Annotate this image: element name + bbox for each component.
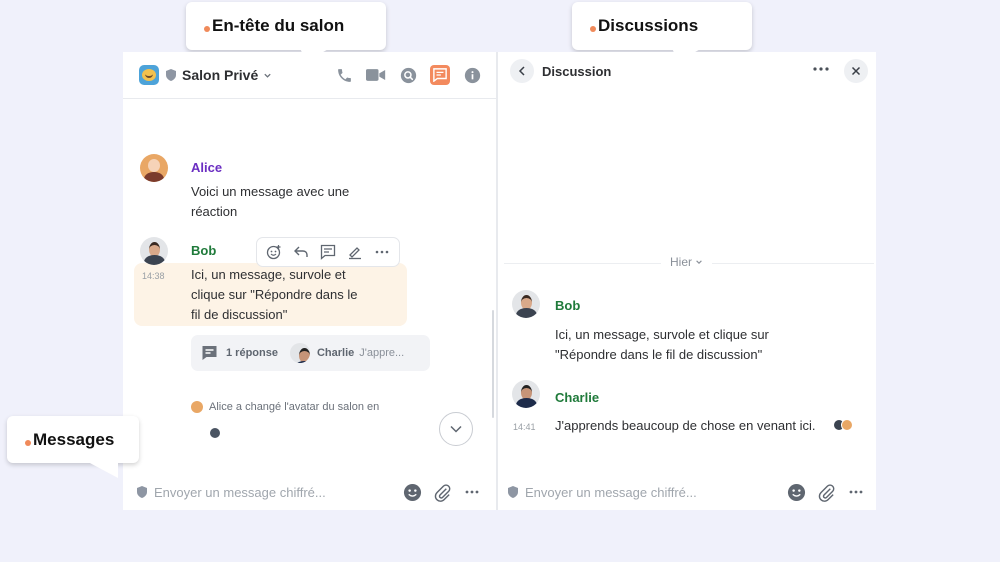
room-avatar[interactable]: [139, 65, 159, 85]
sender-bob[interactable]: Bob: [191, 243, 216, 258]
chevron-down-icon: [450, 425, 462, 433]
avatar-bob[interactable]: [140, 237, 168, 265]
more-options-icon[interactable]: [812, 61, 830, 82]
emoji-icon[interactable]: [786, 482, 806, 502]
video-icon[interactable]: [366, 65, 386, 85]
date-separator-label: Hier: [670, 255, 693, 269]
message-line: réaction: [191, 204, 238, 219]
threads-icon[interactable]: [430, 65, 450, 85]
message-line: "Répondre dans le fil de discussion": [555, 347, 763, 362]
callout-dot: [590, 26, 596, 32]
more-options-icon[interactable]: [462, 482, 482, 502]
read-receipt-avatar: [841, 419, 853, 431]
more-options-icon[interactable]: [846, 482, 866, 502]
shield-icon: [137, 486, 147, 498]
callout-room-header-label: En-tête du salon: [212, 16, 345, 35]
callout-messages-label: Messages: [33, 429, 115, 449]
avatar-charlie: [289, 343, 310, 363]
avatar-charlie[interactable]: [512, 380, 540, 408]
thread-message-input[interactable]: Envoyer un message chiffré...: [525, 485, 786, 500]
react-icon[interactable]: [265, 243, 283, 261]
back-button[interactable]: [510, 59, 534, 83]
callout-messages: Messages: [7, 416, 139, 463]
avatar-bob[interactable]: [512, 290, 540, 318]
thread-composer: Envoyer un message chiffré...: [498, 474, 876, 510]
sender-bob[interactable]: Bob: [555, 298, 580, 313]
emoji-icon[interactable]: [402, 482, 422, 502]
chevron-left-icon: [518, 66, 525, 76]
message-timestamp: 14:38: [142, 271, 165, 281]
message-body: Voici un message avec une réaction: [191, 182, 349, 222]
app-window: Salon Privé Alice Voici un message avec …: [123, 52, 876, 510]
sender-charlie[interactable]: Charlie: [555, 390, 599, 405]
message-body: J'apprends beaucoup de chose en venant i…: [555, 416, 816, 436]
room-panel: Salon Privé Alice Voici un message avec …: [123, 52, 498, 510]
read-receipts[interactable]: [833, 419, 853, 431]
message-line: Voici un message avec une: [191, 184, 350, 199]
thread-summary[interactable]: 1 réponse Charlie J'appre...: [191, 335, 430, 371]
attachment-icon[interactable]: [432, 482, 452, 502]
info-icon[interactable]: [462, 65, 482, 85]
message-action-bar: [256, 237, 400, 267]
room-name[interactable]: Salon Privé: [182, 67, 258, 83]
message-input[interactable]: Envoyer un message chiffré...: [154, 485, 402, 500]
callout-room-header: En-tête du salon: [186, 2, 386, 50]
sender-alice[interactable]: Alice: [191, 160, 222, 175]
callout-discussions-label: Discussions: [598, 16, 699, 35]
shield-icon: [166, 69, 176, 81]
message-body: Ici, un message, survole et clique sur "…: [191, 265, 358, 325]
attachment-icon[interactable]: [816, 482, 836, 502]
chevron-down-icon[interactable]: [263, 71, 272, 80]
callout-dot: [25, 439, 31, 446]
close-button[interactable]: [844, 59, 868, 83]
scrollbar[interactable]: [492, 310, 494, 418]
thread-icon: [202, 346, 217, 360]
thread-reply-count: 1 réponse: [226, 347, 278, 359]
avatar-alice[interactable]: [140, 154, 168, 182]
callout-discussions: Discussions: [572, 2, 752, 50]
edit-icon[interactable]: [346, 243, 364, 261]
room-avatar-small: [210, 428, 220, 438]
message-line: fil de discussion": [191, 307, 288, 322]
message-timestamp: 14:41: [513, 422, 536, 432]
avatar-alice-small: [191, 401, 203, 413]
callout-dot: [204, 26, 210, 32]
room-composer: Envoyer un message chiffré...: [123, 474, 496, 510]
message-line: Ici, un message, survole et: [191, 267, 346, 282]
phone-icon[interactable]: [334, 65, 354, 85]
thread-panel: Discussion Hier Bob Ici, un message, sur…: [498, 52, 876, 510]
message-line: clique sur "Répondre dans le: [191, 287, 358, 302]
message-body: Ici, un message, survole et clique sur "…: [555, 325, 769, 365]
thread-header: Discussion: [498, 52, 876, 90]
close-icon: [851, 66, 861, 76]
shield-icon: [508, 486, 518, 498]
thread-preview: J'appre...: [359, 347, 405, 359]
thread-title: Discussion: [542, 63, 612, 79]
thread-last-author: Charlie: [316, 347, 355, 359]
room-header: Salon Privé: [123, 52, 496, 99]
thread-reply-icon[interactable]: [319, 243, 337, 261]
room-event: Alice a changé l'avatar du salon en: [191, 401, 379, 413]
date-separator[interactable]: Hier: [661, 255, 713, 269]
more-options-icon[interactable]: [373, 243, 391, 261]
message-line: Ici, un message, survole et clique sur: [555, 327, 769, 342]
chevron-down-icon: [696, 260, 703, 264]
search-icon[interactable]: [398, 65, 418, 85]
message-line: J'apprends beaucoup de chose en venant i…: [555, 418, 816, 433]
callout-tail: [88, 462, 118, 478]
reply-icon[interactable]: [292, 243, 310, 261]
room-event-text: Alice a changé l'avatar du salon en: [209, 401, 380, 413]
jump-to-bottom-button[interactable]: [439, 412, 473, 446]
